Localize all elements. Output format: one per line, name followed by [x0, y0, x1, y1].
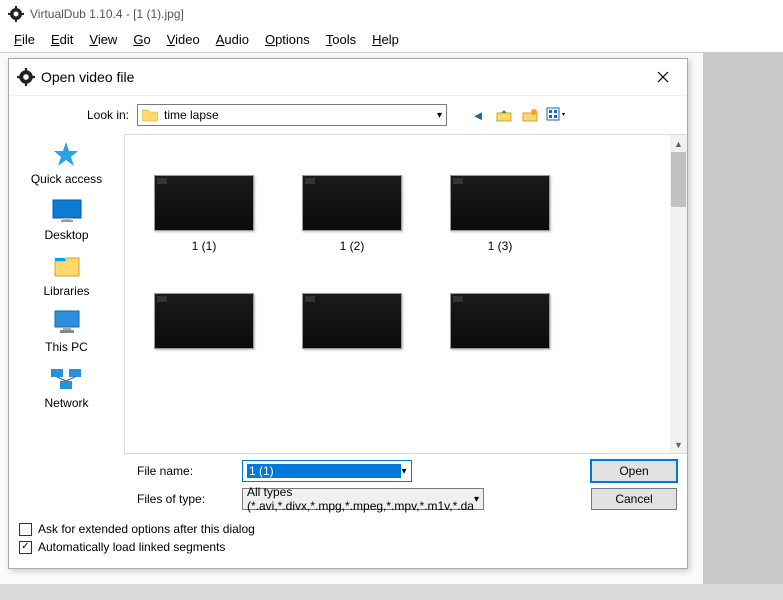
autoload-segments-checkbox[interactable]: ✓ Automatically load linked segments	[19, 540, 677, 554]
close-icon	[657, 71, 669, 83]
chevron-down-icon: ▾	[437, 110, 442, 121]
views-menu-button[interactable]	[545, 104, 567, 126]
app-title: VirtualDub 1.10.4 - [1 (1).jpg]	[30, 7, 184, 21]
place-quick-access[interactable]: Quick access	[31, 140, 102, 186]
dialog-title: Open video file	[41, 69, 647, 85]
up-folder-button[interactable]	[493, 104, 515, 126]
place-label: Desktop	[44, 228, 88, 242]
menu-file[interactable]: File	[6, 30, 43, 49]
menu-help[interactable]: Help	[364, 30, 407, 49]
extended-options-checkbox[interactable]: Ask for extended options after this dial…	[19, 522, 677, 536]
file-thumbnail-icon	[302, 175, 402, 231]
close-button[interactable]	[647, 65, 679, 89]
file-item[interactable]: 1 (1)	[139, 175, 269, 253]
menu-view[interactable]: View	[81, 30, 125, 49]
dialog-body: Quick access Desktop Libraries This PC	[9, 134, 687, 454]
look-in-label: Look in:	[19, 108, 129, 122]
menu-video[interactable]: Video	[159, 30, 208, 49]
place-desktop[interactable]: Desktop	[44, 196, 88, 242]
menu-tools[interactable]: Tools	[318, 30, 364, 49]
filetype-value: All types (*.avi,*.divx,*.mpg,*.mpeg,*.m…	[247, 485, 474, 513]
dialog-bottom: File name: 1 (1) ▾ Open Files of type: A…	[9, 454, 687, 518]
timeline-bar	[0, 584, 783, 600]
filetype-combo[interactable]: All types (*.avi,*.divx,*.mpg,*.mpeg,*.m…	[242, 488, 484, 510]
places-bar: Quick access Desktop Libraries This PC	[9, 134, 124, 454]
scroll-up-icon[interactable]: ▲	[670, 135, 687, 152]
open-button[interactable]: Open	[591, 460, 677, 482]
app-gear-icon	[8, 6, 24, 22]
checkbox-label: Ask for extended options after this dial…	[38, 522, 255, 536]
place-network[interactable]: Network	[44, 364, 88, 410]
file-name: 1 (3)	[488, 239, 513, 253]
open-file-dialog: Open video file Look in: time lapse ▾ ◄	[8, 58, 688, 569]
file-name: 1 (2)	[340, 239, 365, 253]
quick-access-icon	[49, 140, 83, 168]
place-label: Quick access	[31, 172, 102, 186]
right-panel	[703, 53, 783, 600]
place-label: This PC	[45, 340, 88, 354]
file-thumbnail-icon	[450, 293, 550, 349]
chevron-down-icon: ▾	[401, 466, 406, 477]
dialog-titlebar: Open video file	[9, 59, 687, 96]
place-libraries[interactable]: Libraries	[43, 252, 89, 298]
back-button[interactable]: ◄	[467, 104, 489, 126]
libraries-icon	[50, 252, 84, 280]
menu-options[interactable]: Options	[257, 30, 318, 49]
checkbox-icon	[19, 523, 32, 536]
this-pc-icon	[50, 308, 84, 336]
cancel-button[interactable]: Cancel	[591, 488, 677, 510]
look-in-combo[interactable]: time lapse ▾	[137, 104, 447, 126]
menu-audio[interactable]: Audio	[208, 30, 257, 49]
file-list[interactable]: 1 (1) 1 (2) 1 (3)	[124, 134, 687, 454]
new-folder-icon	[522, 107, 538, 123]
back-icon: ◄	[472, 108, 485, 123]
checkbox-label: Automatically load linked segments	[38, 540, 225, 554]
checkbox-checked-icon: ✓	[19, 541, 32, 554]
network-icon	[49, 364, 83, 392]
app-titlebar: VirtualDub 1.10.4 - [1 (1).jpg]	[0, 0, 783, 28]
scrollbar[interactable]: ▲ ▼	[670, 135, 687, 453]
look-in-value: time lapse	[164, 108, 437, 122]
scroll-down-icon[interactable]: ▼	[670, 436, 687, 453]
file-item[interactable]: 1 (2)	[287, 175, 417, 253]
file-item[interactable]	[139, 293, 269, 357]
file-thumbnail-icon	[154, 293, 254, 349]
menu-edit[interactable]: Edit	[43, 30, 81, 49]
place-label: Libraries	[43, 284, 89, 298]
menu-go[interactable]: Go	[125, 30, 158, 49]
up-folder-icon	[496, 107, 512, 123]
lookin-toolbar: ◄	[467, 104, 567, 126]
look-in-row: Look in: time lapse ▾ ◄	[9, 96, 687, 134]
scroll-thumb[interactable]	[671, 152, 686, 207]
chevron-down-icon: ▾	[474, 494, 479, 505]
file-name: 1 (1)	[192, 239, 217, 253]
file-thumbnail-icon	[302, 293, 402, 349]
filename-label: File name:	[137, 464, 232, 478]
menubar: File Edit View Go Video Audio Options To…	[0, 28, 783, 54]
place-this-pc[interactable]: This PC	[45, 308, 88, 354]
file-item[interactable]	[435, 293, 565, 357]
desktop-icon	[50, 196, 84, 224]
dialog-gear-icon	[17, 68, 35, 86]
file-item[interactable]	[287, 293, 417, 357]
file-thumbnail-icon	[450, 175, 550, 231]
filename-field[interactable]: 1 (1) ▾	[242, 460, 412, 482]
place-label: Network	[44, 396, 88, 410]
file-item[interactable]: 1 (3)	[435, 175, 565, 253]
folder-icon	[142, 108, 158, 122]
dialog-options: Ask for extended options after this dial…	[9, 518, 687, 568]
filetype-label: Files of type:	[137, 492, 232, 506]
views-menu-icon	[546, 107, 566, 123]
file-thumbnail-icon	[154, 175, 254, 231]
new-folder-button[interactable]	[519, 104, 541, 126]
filename-value: 1 (1)	[247, 464, 401, 478]
